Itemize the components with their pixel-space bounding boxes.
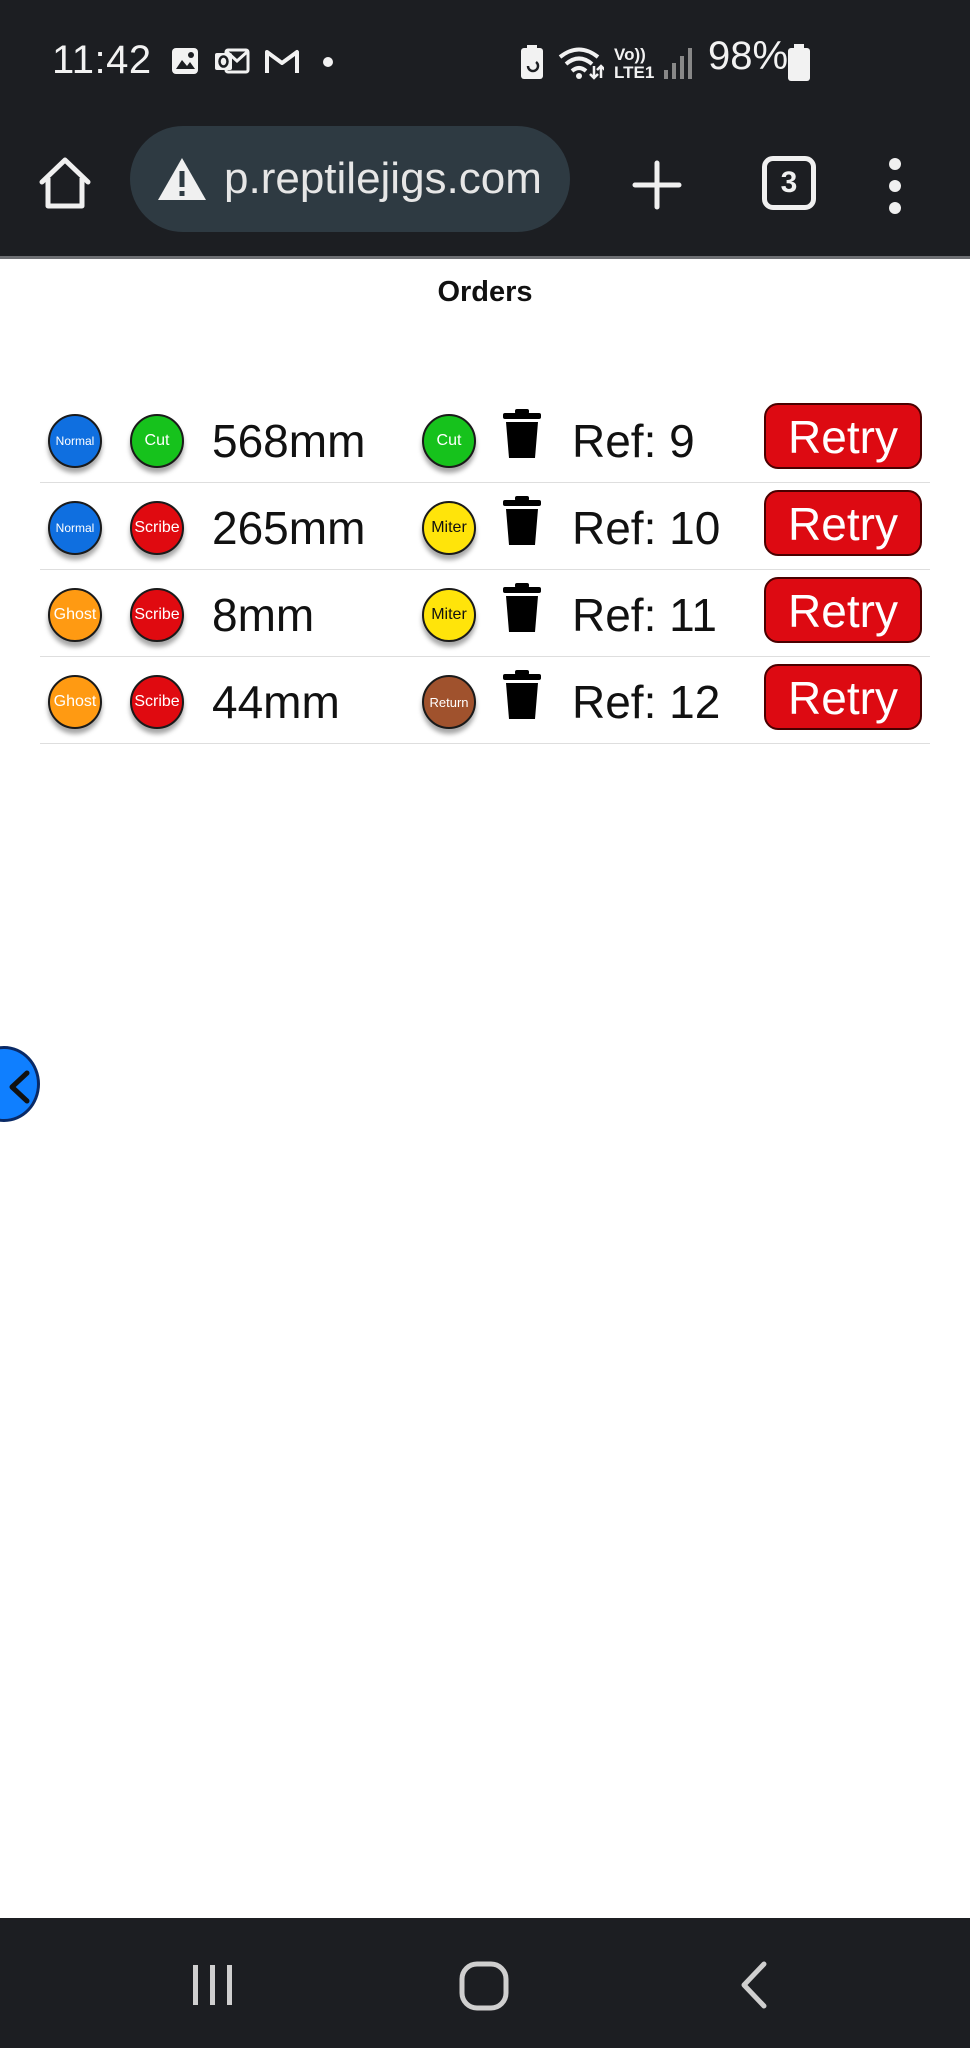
page-title: Orders xyxy=(437,276,533,308)
tabs-icon[interactable]: 3 xyxy=(762,156,816,210)
length-value: 265mm xyxy=(212,502,366,554)
order-row: Ghost Scribe 44mm Return Ref: 12 Retry xyxy=(40,657,930,744)
reference-label: Ref: 9 xyxy=(572,415,695,467)
home-nav-icon[interactable] xyxy=(458,1960,510,2012)
more-vert-icon[interactable] xyxy=(878,156,912,216)
orders-list: Normal Cut 568mm Cut Ref: 9 Retry Normal Scribe… xyxy=(40,396,930,744)
length-value: 8mm xyxy=(212,589,315,641)
end-badge[interactable]: Miter xyxy=(422,501,476,555)
end-badge[interactable]: Return xyxy=(422,675,476,729)
warning-icon[interactable] xyxy=(156,156,208,202)
retry-button[interactable]: Retry xyxy=(764,577,922,643)
reference-label: Ref: 10 xyxy=(572,502,721,554)
mode-badge[interactable]: Scribe xyxy=(130,588,184,642)
system-nav-bar xyxy=(0,1918,970,2048)
reference-label: Ref: 12 xyxy=(572,676,721,728)
recents-icon[interactable] xyxy=(188,1960,238,2010)
back-icon[interactable] xyxy=(736,1960,772,2010)
trash-icon[interactable] xyxy=(502,408,542,460)
mode-badge[interactable]: Cut xyxy=(130,414,184,468)
battery-percent: 98% xyxy=(708,34,789,78)
trash-icon[interactable] xyxy=(502,669,542,721)
gallery-icon xyxy=(172,48,198,74)
order-row: Normal Cut 568mm Cut Ref: 9 Retry xyxy=(40,396,930,483)
trash-icon[interactable] xyxy=(502,582,542,634)
chevron-left-icon xyxy=(9,1070,30,1104)
mode-badge[interactable]: Scribe xyxy=(130,675,184,729)
profile-badge[interactable]: Normal xyxy=(48,414,102,468)
gmail-icon xyxy=(265,50,299,73)
battery-icon xyxy=(788,44,810,81)
profile-badge[interactable]: Ghost xyxy=(48,675,102,729)
end-badge[interactable]: Miter xyxy=(422,588,476,642)
plus-icon[interactable] xyxy=(632,160,682,210)
status-bar: 11:42 Vo)) LTE1 98% xyxy=(0,0,970,118)
status-time: 11:42 xyxy=(52,38,152,82)
outlook-icon xyxy=(215,48,250,74)
end-badge[interactable]: Cut xyxy=(422,414,476,468)
address-bar[interactable]: p.reptilejigs.com xyxy=(130,126,570,232)
order-row: Normal Scribe 265mm Miter Ref: 10 Retry xyxy=(40,483,930,570)
length-value: 44mm xyxy=(212,676,340,728)
browser-toolbar: p.reptilejigs.com 3 xyxy=(0,118,970,259)
side-drawer-button[interactable] xyxy=(0,1046,40,1122)
mode-badge[interactable]: Scribe xyxy=(130,501,184,555)
network-label: Vo)) LTE1 xyxy=(614,45,655,82)
dot-icon xyxy=(323,57,333,67)
battery-saver-icon xyxy=(521,45,543,79)
url-text[interactable]: p.reptilejigs.com xyxy=(224,154,542,204)
length-value: 568mm xyxy=(212,415,366,467)
profile-badge[interactable]: Ghost xyxy=(48,588,102,642)
retry-button[interactable]: Retry xyxy=(764,403,922,469)
wifi-icon xyxy=(558,47,604,80)
profile-badge[interactable]: Normal xyxy=(48,501,102,555)
retry-button[interactable]: Retry xyxy=(764,664,922,730)
signal-icon xyxy=(664,48,692,79)
home-icon[interactable] xyxy=(36,154,94,212)
retry-button[interactable]: Retry xyxy=(764,490,922,556)
order-row: Ghost Scribe 8mm Miter Ref: 11 Retry xyxy=(40,570,930,657)
reference-label: Ref: 11 xyxy=(572,589,717,641)
trash-icon[interactable] xyxy=(502,495,542,547)
